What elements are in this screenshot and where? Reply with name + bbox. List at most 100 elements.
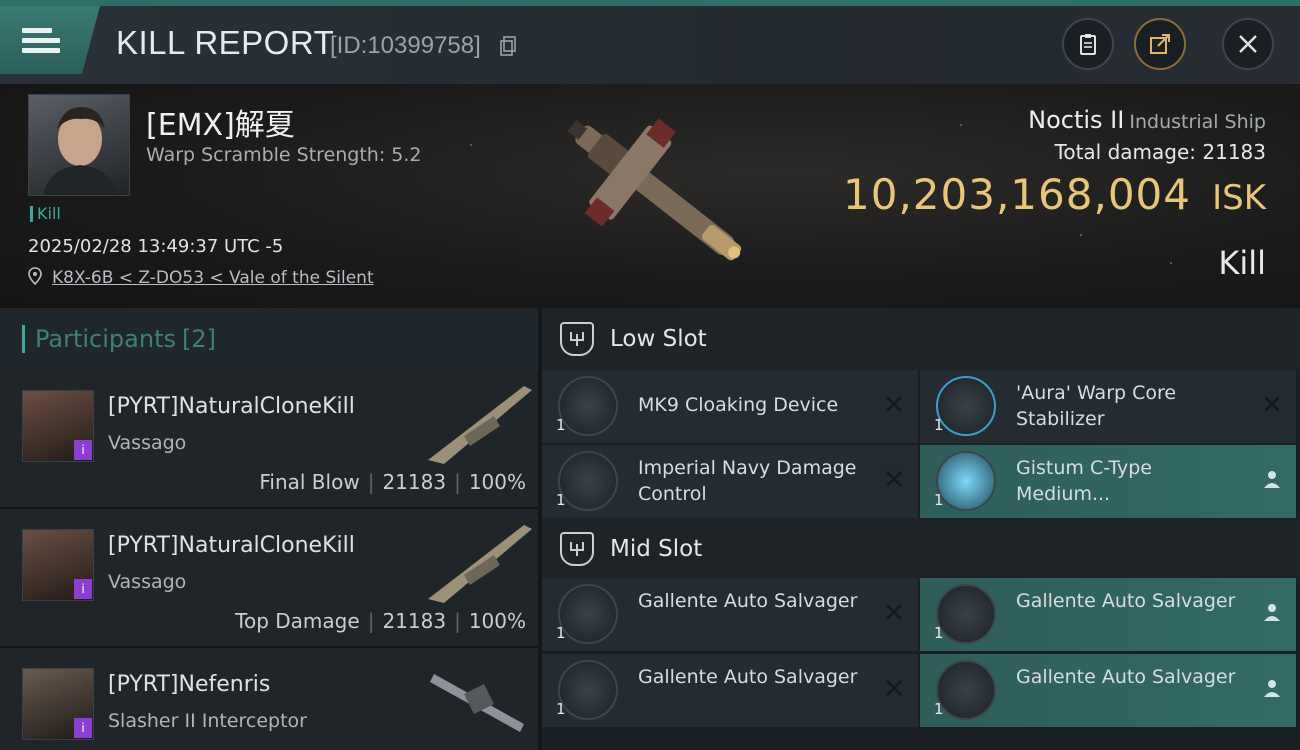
module-icon <box>936 660 996 720</box>
module-name: Gallente Auto Salvager <box>1016 666 1236 688</box>
module-item[interactable]: 1 Gallente Auto Salvager <box>542 654 918 727</box>
header-bar: KILL REPORT [ID:10399758] <box>0 0 1300 84</box>
victim-summary: [EMX]解夏 Warp Scramble Strength: 5.2 Kill… <box>0 84 1300 308</box>
copy-icon[interactable] <box>500 36 516 56</box>
module-item[interactable]: 1 Gallente Auto Salvager <box>920 654 1296 727</box>
module-icon <box>558 451 618 511</box>
mid-slot-title: Mid Slot <box>610 536 703 562</box>
participant-percent: 100% <box>468 470 526 494</box>
victim-avatar[interactable] <box>28 94 130 196</box>
participant-ship: Slasher II Interceptor <box>108 710 307 732</box>
kill-tag: Kill <box>30 206 61 222</box>
close-button[interactable] <box>1222 18 1274 70</box>
participant-name: [PYRT]Nefenris <box>108 672 271 697</box>
ship-class: Industrial Ship <box>1129 111 1266 133</box>
participant-role: Top Damage <box>235 609 360 633</box>
kill-date: 2025/02/28 13:49:37 UTC -5 <box>28 236 284 257</box>
participant-row[interactable]: i [PYRT]NaturalCloneKill Vassago Top Dam… <box>0 509 538 648</box>
module-item[interactable]: 1 MK9 Cloaking Device <box>542 370 918 443</box>
low-slot-title: Low Slot <box>610 326 707 352</box>
mid-slot-icon <box>560 532 594 566</box>
module-name: Gallente Auto Salvager <box>638 666 858 688</box>
ship-name[interactable]: Noctis II <box>1028 106 1124 134</box>
share-button[interactable] <box>1134 18 1186 70</box>
info-badge-icon: i <box>74 718 92 738</box>
warp-scramble-strength: Warp Scramble Strength: 5.2 <box>146 144 422 166</box>
hamburger-icon <box>22 23 60 58</box>
participant-ship: Vassago <box>108 432 187 454</box>
participant-ship-image <box>428 525 532 603</box>
kill-location-link[interactable]: K8X-6B < Z-DO53 < Vale of the Silent <box>52 268 374 288</box>
clipboard-icon <box>1080 34 1096 55</box>
victim-name: [EMX]解夏 <box>146 108 295 143</box>
module-icon <box>558 376 618 436</box>
report-id: [ID:10399758] <box>330 32 481 59</box>
header-accent-line <box>0 0 1300 6</box>
result-label: Kill <box>1218 244 1266 282</box>
module-quantity: 1 <box>556 491 566 509</box>
participant-damage: 21183 <box>382 470 447 494</box>
module-quantity: 1 <box>934 700 944 718</box>
module-name: MK9 Cloaking Device <box>638 394 839 416</box>
clipboard-button[interactable] <box>1062 18 1114 70</box>
module-item[interactable]: 1 Gallente Auto Salvager <box>920 578 1296 651</box>
low-slot-header: Low Slot <box>542 308 1300 370</box>
module-name: Imperial Navy Damage Control <box>638 457 857 505</box>
participants-label: Participants <box>35 325 176 353</box>
close-icon <box>1239 35 1257 53</box>
page-title: KILL REPORT <box>116 24 335 61</box>
module-icon <box>936 584 996 644</box>
destroyed-icon <box>886 471 902 487</box>
destroyed-icon <box>1264 396 1280 412</box>
participants-panel: Participants [2] i [PYRT]NaturalCloneKil… <box>0 308 538 750</box>
module-icon <box>936 376 996 436</box>
participant-row[interactable]: i [PYRT]Nefenris Slasher II Interceptor <box>0 648 538 750</box>
participant-stats: Final Blow | 21183 | 100% <box>259 470 526 494</box>
participant-stats: Top Damage | 21183 | 100% <box>235 609 526 633</box>
module-icon <box>936 451 996 511</box>
participant-ship: Vassago <box>108 571 187 593</box>
module-item[interactable]: 1 Imperial Navy Damage Control <box>542 445 918 518</box>
module-name: Gallente Auto Salvager <box>1016 590 1236 612</box>
module-icon <box>558 584 618 644</box>
destroyed-icon <box>886 680 902 696</box>
isk-unit: ISK <box>1212 178 1266 218</box>
fitting-panel: Low Slot 1 MK9 Cloaking Device 1 'Aura' … <box>542 308 1300 750</box>
info-badge-icon: i <box>74 579 92 599</box>
module-name: Gallente Auto Salvager <box>638 590 858 612</box>
participant-ship-image <box>428 386 532 464</box>
participants-count: [2] <box>181 325 216 353</box>
module-quantity: 1 <box>934 416 944 434</box>
module-name: 'Aura' Warp Core Stabilizer <box>1016 382 1177 430</box>
total-damage-label: Total damage: <box>1054 140 1197 164</box>
info-badge-icon: i <box>74 440 92 460</box>
isk-value: 10,203,168,004 <box>843 170 1191 219</box>
module-quantity: 1 <box>934 491 944 509</box>
participant-damage: 21183 <box>382 609 447 633</box>
module-quantity: 1 <box>556 700 566 718</box>
destroyed-icon <box>886 396 902 412</box>
participant-name: [PYRT]NaturalCloneKill <box>108 533 355 558</box>
module-quantity: 1 <box>934 624 944 642</box>
victim-ship-image <box>567 118 742 261</box>
total-damage: Total damage: 21183 <box>1055 140 1266 164</box>
participant-row[interactable]: i [PYRT]NaturalCloneKill Vassago Final B… <box>0 370 538 509</box>
participant-role: Final Blow <box>259 470 360 494</box>
module-item[interactable]: 1 Gistum C-Type Medium... <box>920 445 1296 518</box>
mid-slot-header: Mid Slot <box>542 518 1300 580</box>
module-item[interactable]: 1 'Aura' Warp Core Stabilizer <box>920 370 1296 443</box>
low-slot-icon <box>560 322 594 356</box>
participants-header: Participants [2] <box>0 308 538 370</box>
module-quantity: 1 <box>556 416 566 434</box>
share-icon <box>1150 34 1170 54</box>
total-damage-value: 21183 <box>1202 140 1266 164</box>
dropped-person-icon <box>1264 680 1280 697</box>
menu-button[interactable] <box>0 6 100 74</box>
module-item[interactable]: 1 Gallente Auto Salvager <box>542 578 918 651</box>
dropped-person-icon <box>1264 604 1280 621</box>
participant-ship-image <box>430 674 524 732</box>
ship-name-line: Noctis II Industrial Ship <box>1028 106 1266 134</box>
module-icon <box>558 660 618 720</box>
destroyed-icon <box>886 604 902 620</box>
location-pin-icon <box>28 267 42 285</box>
